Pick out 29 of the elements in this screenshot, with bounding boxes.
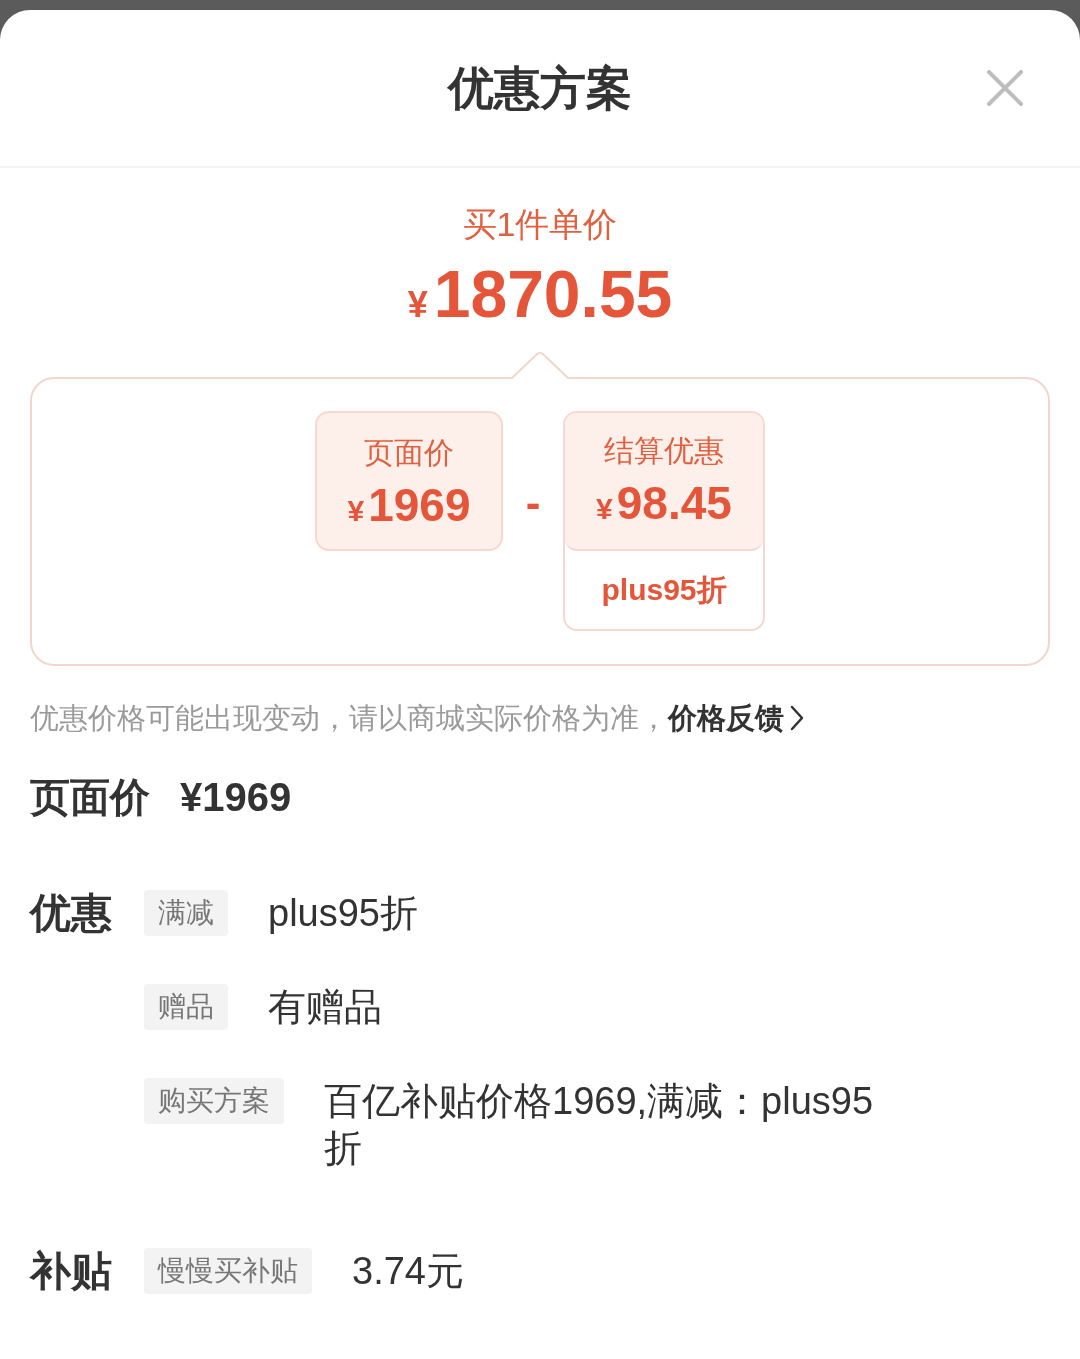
discount-note: plus95折 [601, 571, 727, 608]
price-feedback-link[interactable]: 价格反馈 [668, 698, 804, 738]
card-label: 页面价 [364, 435, 454, 471]
sheet-title: 优惠方案 [448, 61, 632, 116]
page-price-label: 页面价 [30, 774, 150, 821]
card-amount: 1969 [368, 479, 471, 531]
chevron-right-icon [790, 705, 804, 731]
unit-price-caption: 买1件单价 [462, 204, 618, 245]
offer-tag: 满减 [144, 890, 228, 936]
card-label: 结算优惠 [604, 433, 724, 469]
section-title: 补贴 [30, 1248, 113, 1294]
card-amount: 98.45 [616, 477, 732, 529]
close-icon [987, 70, 1023, 106]
offer-value: 百亿补贴价格1969,满减：plus95折 [324, 1079, 875, 1171]
offer-tag: 赠品 [144, 984, 228, 1030]
price-notice: 优惠价格可能出现变动，请以商城实际价格为准， [30, 701, 668, 736]
unit-price: 1870.55 [433, 256, 673, 333]
offer-value: 3.74元 [352, 1249, 464, 1294]
offer-value: plus95折 [268, 891, 418, 936]
currency-symbol: ¥ [407, 283, 428, 327]
offer-value: 有赠品 [268, 985, 382, 1030]
page-price-value: ¥1969 [180, 774, 292, 821]
currency-symbol: ¥ [347, 493, 365, 529]
minus-sign: - [524, 477, 542, 529]
close-button[interactable] [986, 69, 1024, 107]
currency-symbol: ¥ [596, 491, 613, 527]
section-title: 优惠 [30, 890, 113, 936]
offer-tag: 慢慢买补贴 [144, 1248, 312, 1294]
offer-tag: 购买方案 [144, 1078, 284, 1124]
